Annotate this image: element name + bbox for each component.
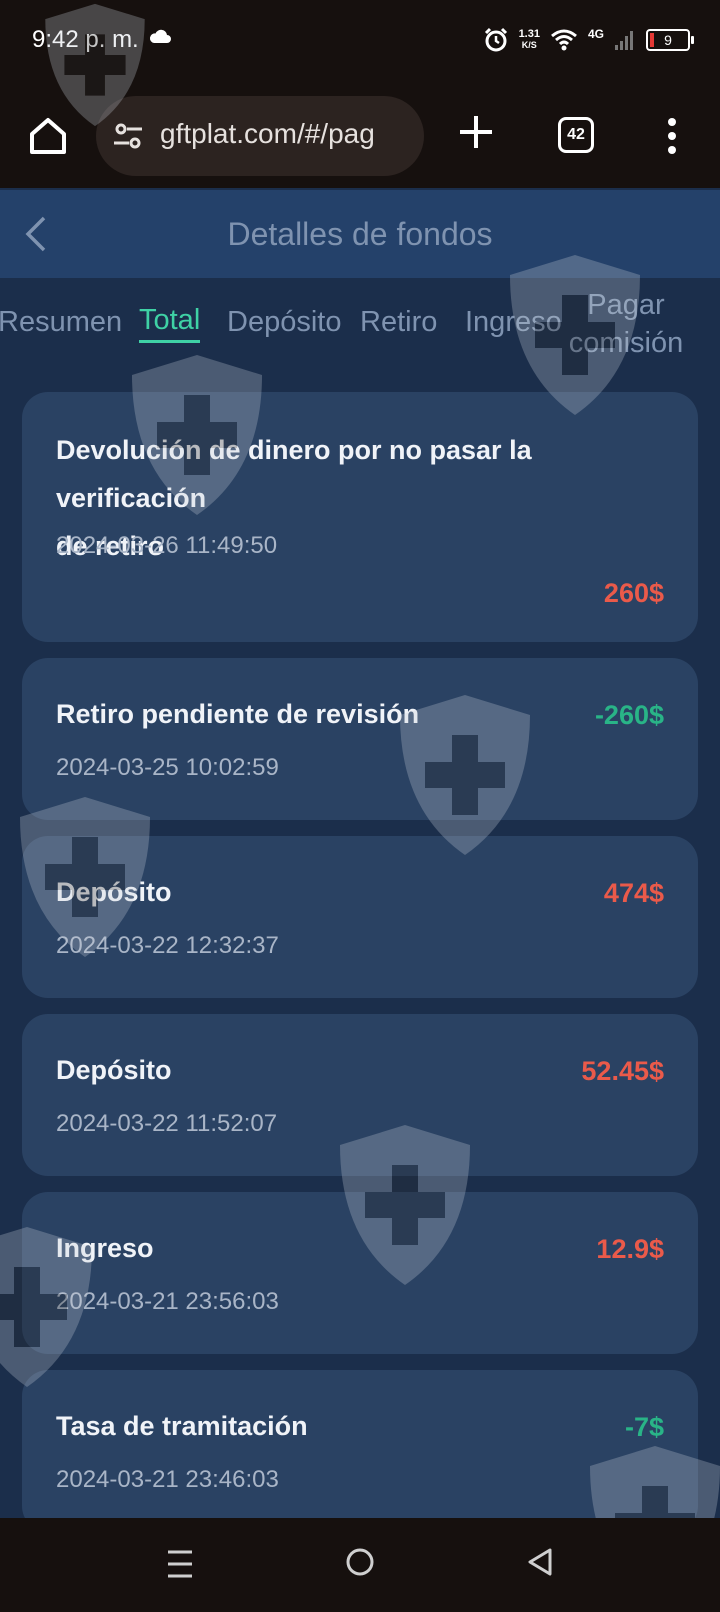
transaction-title: Depósito bbox=[56, 1055, 172, 1085]
tab-count: 42 bbox=[567, 126, 585, 143]
transaction-date: 2024-03-22 11:52:07 bbox=[56, 1110, 278, 1137]
battery-icon: 9 bbox=[646, 29, 694, 51]
back-triangle-icon[interactable] bbox=[526, 1546, 554, 1578]
tab-pagar-comision[interactable]: Pagar comisión bbox=[566, 286, 686, 362]
alarm-icon bbox=[484, 27, 507, 52]
network-speed: 1.31 K/S bbox=[519, 29, 540, 51]
signal-icon bbox=[615, 31, 633, 50]
transaction-card[interactable]: Retiro pendiente de revisión 2024-03-25 … bbox=[22, 658, 698, 820]
speed-unit: K/S bbox=[521, 40, 537, 50]
tab-total[interactable]: Total bbox=[139, 304, 201, 343]
transaction-date: 2024-03-25 10:02:59 bbox=[56, 754, 279, 781]
wifi-icon bbox=[551, 29, 577, 51]
speed-value: 1.31 bbox=[518, 28, 540, 40]
transaction-card[interactable]: Tasa de tramitación 2024-03-21 23:46:03 … bbox=[22, 1370, 698, 1532]
transaction-card[interactable]: Devolución de dinero por no pasar la ver… bbox=[22, 392, 698, 642]
tab-ingreso[interactable]: Ingreso bbox=[465, 306, 562, 339]
url-text[interactable]: gftplat.com/#/pag bbox=[160, 118, 410, 150]
tabs-icon[interactable]: 42 bbox=[558, 117, 594, 153]
transaction-amount: -260$ bbox=[594, 700, 664, 730]
more-vert-icon[interactable] bbox=[660, 116, 684, 156]
transaction-amount: -7$ bbox=[624, 1412, 664, 1442]
transaction-date: 2024-03-22 12:32:37 bbox=[56, 932, 279, 959]
transaction-card[interactable]: Ingreso 2024-03-21 23:56:03 12.9$ bbox=[22, 1192, 698, 1354]
transaction-title-line: Devolución de dinero por no pasar la ver… bbox=[56, 435, 532, 513]
address-bar[interactable]: gftplat.com/#/pag bbox=[96, 96, 424, 176]
transaction-title: Ingreso bbox=[56, 1233, 154, 1263]
tab-deposito[interactable]: Depósito bbox=[227, 306, 341, 339]
transaction-title: Depósito bbox=[56, 877, 172, 907]
page-header: Detalles de fondos bbox=[0, 190, 720, 278]
tab-retiro[interactable]: Retiro bbox=[360, 306, 437, 339]
tune-icon[interactable] bbox=[112, 122, 144, 150]
tab-resumen[interactable]: Resumen bbox=[0, 306, 122, 339]
transaction-date: 2024-03-26 11:49:50 bbox=[56, 532, 278, 559]
battery-level: 9 bbox=[664, 32, 672, 48]
transaction-title: Tasa de tramitación bbox=[56, 1411, 308, 1441]
status-icons: 1.31 K/S 4G 9 bbox=[483, 24, 694, 56]
status-bar: 9:42 p. m. 1.31 K/S 4G 9 bbox=[0, 0, 720, 86]
transaction-date: 2024-03-21 23:56:03 bbox=[56, 1288, 279, 1315]
transaction-card[interactable]: Depósito 2024-03-22 11:52:07 52.45$ bbox=[22, 1014, 698, 1176]
plus-icon[interactable] bbox=[456, 110, 496, 154]
tab-bar: Resumen Total Depósito Retiro Ingreso Pa… bbox=[0, 288, 720, 374]
browser-toolbar: gftplat.com/#/pag 42 bbox=[0, 86, 720, 188]
network-type: 4G bbox=[587, 27, 604, 41]
recent-apps-icon[interactable] bbox=[166, 1548, 194, 1580]
transaction-title: Retiro pendiente de revisión bbox=[56, 699, 420, 729]
transaction-amount: 12.9$ bbox=[596, 1234, 664, 1264]
system-nav-bar bbox=[0, 1518, 720, 1612]
transaction-date: 2024-03-21 23:46:03 bbox=[56, 1466, 279, 1493]
cloud-icon bbox=[149, 29, 171, 43]
transaction-card[interactable]: Depósito 2024-03-22 12:32:37 474$ bbox=[22, 836, 698, 998]
transaction-amount: 474$ bbox=[603, 878, 664, 908]
status-time: 9:42 p. m. bbox=[32, 26, 139, 53]
home-icon[interactable] bbox=[26, 114, 70, 158]
page-title: Detalles de fondos bbox=[227, 216, 493, 252]
home-circle-icon[interactable] bbox=[344, 1546, 376, 1578]
transaction-amount: 52.45$ bbox=[581, 1056, 664, 1086]
transaction-amount: 260$ bbox=[603, 578, 664, 608]
